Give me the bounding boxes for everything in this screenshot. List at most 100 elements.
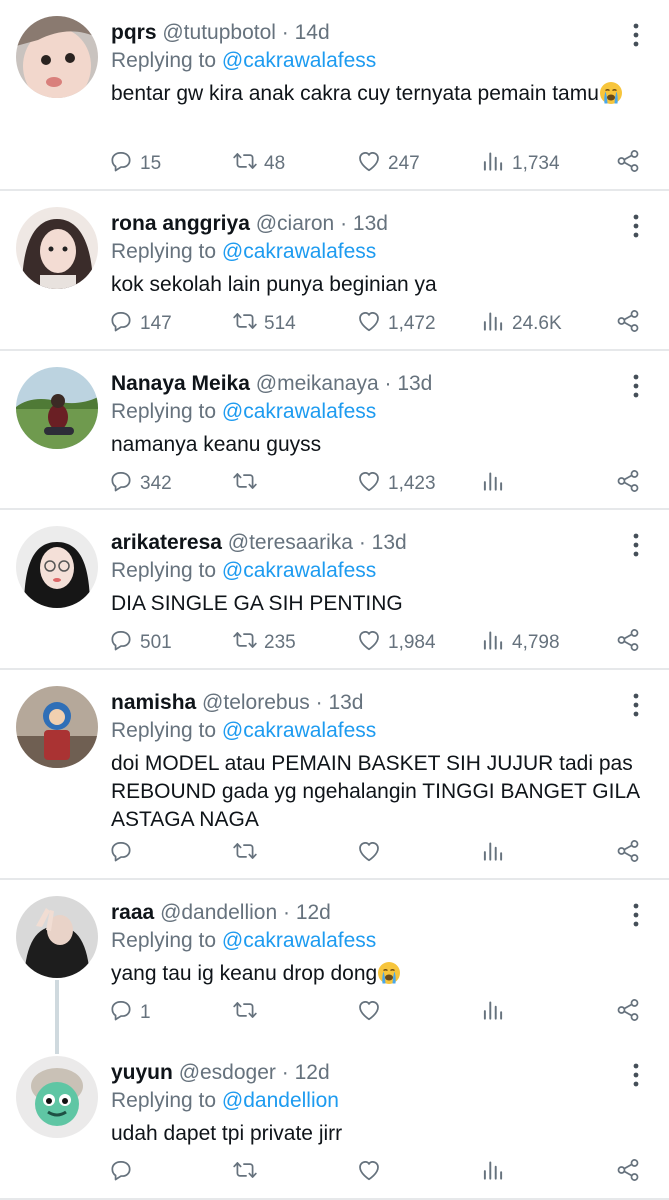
display-name[interactable]: pqrs — [111, 21, 157, 44]
reply-tweet[interactable]: namisha @telorebus · 13d Replying to @ca… — [0, 670, 669, 880]
timestamp[interactable]: 14d — [295, 21, 330, 44]
avatar[interactable] — [16, 367, 98, 449]
share-button[interactable] — [615, 307, 641, 341]
more-vertical-icon[interactable] — [625, 532, 647, 558]
like-button[interactable]: 1,472 — [356, 307, 436, 341]
views-button[interactable]: 1,734 — [480, 147, 560, 181]
display-name[interactable]: rona anggriya — [111, 212, 250, 235]
avatar[interactable] — [16, 16, 98, 98]
retweet-button[interactable] — [232, 1156, 264, 1190]
more-vertical-icon[interactable] — [625, 692, 647, 718]
like-button[interactable]: 247 — [356, 147, 420, 181]
user-handle[interactable]: @tutupbotol — [162, 21, 276, 44]
share-button[interactable] — [615, 837, 641, 871]
like-button[interactable]: 1,423 — [356, 467, 436, 501]
reply-tweet[interactable]: yuyun @esdoger · 12d Replying to @dandel… — [0, 1040, 669, 1200]
retweet-button[interactable]: 235 — [232, 626, 296, 660]
like-button[interactable] — [356, 837, 388, 871]
share-button[interactable] — [615, 147, 641, 181]
like-button[interactable] — [356, 1156, 388, 1190]
retweet-button[interactable]: 48 — [232, 147, 285, 181]
tweet-header: rona anggriya @ciaron · 13d — [111, 209, 645, 239]
views-button[interactable]: 4,798 — [480, 626, 560, 660]
tweet-text-body: udah dapet tpi private jirr — [111, 1122, 343, 1145]
speech-bubble-icon — [108, 468, 134, 500]
reply-button[interactable]: 501 — [108, 626, 172, 660]
avatar[interactable] — [16, 686, 98, 768]
like-button[interactable]: 1,984 — [356, 626, 436, 660]
views-button[interactable]: 24.6K — [480, 307, 562, 341]
loudly-crying-face-icon — [599, 82, 623, 105]
tweet-text-body: yang tau ig keanu drop dong — [111, 962, 378, 985]
reply-button[interactable] — [108, 1156, 140, 1190]
share-button[interactable] — [615, 626, 641, 660]
speech-bubble-icon — [108, 997, 134, 1029]
display-name[interactable]: raaa — [111, 901, 154, 924]
replying-to-line: Replying to @cakrawalafess — [111, 46, 645, 76]
user-handle[interactable]: @ciaron — [256, 212, 335, 235]
views-button[interactable] — [480, 996, 512, 1030]
reply-tweet[interactable]: raaa @dandellion · 12d Replying to @cakr… — [0, 880, 669, 1040]
like-button[interactable] — [356, 996, 388, 1030]
reply-tweet[interactable]: pqrs @tutupbotol · 14d Replying to @cakr… — [0, 0, 669, 191]
user-handle[interactable]: @esdoger — [179, 1061, 276, 1084]
display-name[interactable]: Nanaya Meika — [111, 372, 250, 395]
mention-link[interactable]: @cakrawalafess — [222, 559, 376, 582]
tweet-header: namisha @telorebus · 13d — [111, 688, 645, 718]
share-button[interactable] — [615, 467, 641, 501]
user-handle[interactable]: @teresaarika — [228, 531, 353, 554]
more-vertical-icon[interactable] — [625, 22, 647, 48]
reply-button[interactable]: 147 — [108, 307, 172, 341]
mention-link[interactable]: @cakrawalafess — [222, 929, 376, 952]
more-vertical-icon[interactable] — [625, 902, 647, 928]
more-vertical-icon[interactable] — [625, 373, 647, 399]
retweet-button[interactable] — [232, 837, 264, 871]
avatar[interactable] — [16, 896, 98, 978]
reply-button[interactable]: 1 — [108, 996, 151, 1030]
avatar[interactable] — [16, 526, 98, 608]
retweet-button[interactable] — [232, 467, 264, 501]
timestamp[interactable]: 12d — [296, 901, 331, 924]
reply-button[interactable] — [108, 837, 140, 871]
timestamp[interactable]: 13d — [353, 212, 388, 235]
mention-link[interactable]: @dandellion — [222, 1089, 339, 1112]
retweet-icon — [232, 997, 258, 1029]
retweet-icon — [232, 148, 258, 180]
reply-tweet[interactable]: Nanaya Meika @meikanaya · 13d Replying t… — [0, 351, 669, 510]
views-button[interactable] — [480, 837, 512, 871]
reply-tweet[interactable]: rona anggriya @ciaron · 13d Replying to … — [0, 191, 669, 351]
share-button[interactable] — [615, 1156, 641, 1190]
display-name[interactable]: arikateresa — [111, 531, 222, 554]
timestamp[interactable]: 12d — [295, 1061, 330, 1084]
timestamp[interactable]: 13d — [328, 691, 363, 714]
mention-link[interactable]: @cakrawalafess — [222, 49, 376, 72]
more-vertical-icon[interactable] — [625, 1062, 647, 1088]
tweet-text-body: DIA SINGLE GA SIH PENTING — [111, 592, 403, 615]
mention-link[interactable]: @cakrawalafess — [222, 400, 376, 423]
share-icon — [615, 468, 641, 500]
display-name[interactable]: yuyun — [111, 1061, 173, 1084]
avatar[interactable] — [16, 207, 98, 289]
retweet-button[interactable] — [232, 996, 264, 1030]
avatar[interactable] — [16, 1056, 98, 1138]
display-name[interactable]: namisha — [111, 691, 196, 714]
views-button[interactable] — [480, 1156, 512, 1190]
action-bar: 342 1,423 — [108, 467, 641, 501]
views-button[interactable] — [480, 467, 512, 501]
bar-chart-icon — [480, 997, 506, 1029]
replying-to-label: Replying to — [111, 929, 217, 952]
reply-button[interactable]: 15 — [108, 147, 161, 181]
reply-tweet[interactable]: arikateresa @teresaarika · 13d Replying … — [0, 510, 669, 670]
user-handle[interactable]: @dandellion — [160, 901, 277, 924]
replying-to-label: Replying to — [111, 559, 217, 582]
mention-link[interactable]: @cakrawalafess — [222, 719, 376, 742]
retweet-button[interactable]: 514 — [232, 307, 296, 341]
share-button[interactable] — [615, 996, 641, 1030]
user-handle[interactable]: @telorebus — [202, 691, 310, 714]
timestamp[interactable]: 13d — [372, 531, 407, 554]
mention-link[interactable]: @cakrawalafess — [222, 240, 376, 263]
timestamp[interactable]: 13d — [397, 372, 432, 395]
more-vertical-icon[interactable] — [625, 213, 647, 239]
user-handle[interactable]: @meikanaya — [256, 372, 379, 395]
reply-button[interactable]: 342 — [108, 467, 172, 501]
